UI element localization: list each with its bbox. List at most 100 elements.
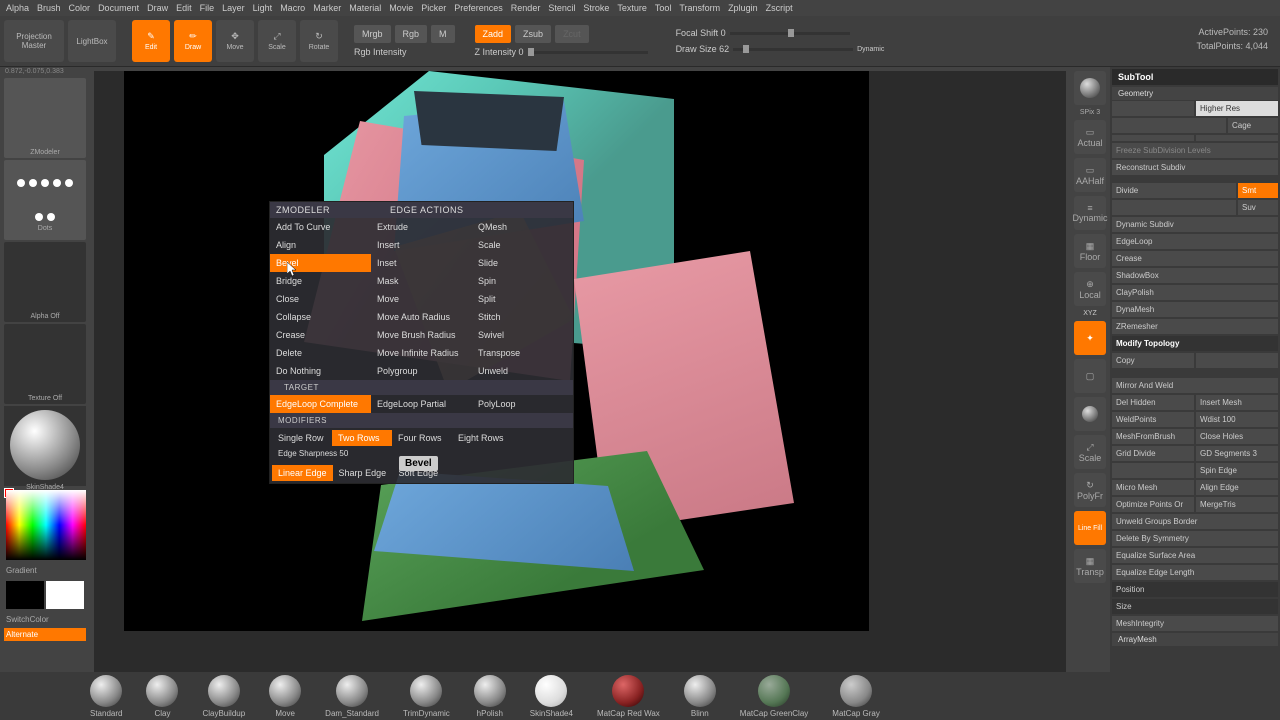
smt-button[interactable]: Smt (1238, 183, 1278, 198)
equalize-surface-button[interactable]: Equalize Surface Area (1112, 548, 1278, 563)
frame-button[interactable]: ▢ (1074, 359, 1106, 393)
action-move-brush-radius[interactable]: Move Brush Radius (371, 326, 472, 344)
copy-button[interactable]: Copy (1112, 353, 1194, 368)
mesh-integrity-header[interactable]: MeshIntegrity (1112, 616, 1278, 631)
zadd-button[interactable]: Zadd (475, 25, 512, 43)
brush-matcap-red-wax[interactable]: MatCap Red Wax (597, 675, 660, 718)
action-delete[interactable]: Delete (270, 344, 371, 362)
brush-thumbnail[interactable]: ZModeler (4, 78, 86, 158)
menu-render[interactable]: Render (511, 3, 541, 13)
insert-mesh-button[interactable]: Insert Mesh (1196, 395, 1278, 410)
transp-button[interactable]: ▦Transp (1074, 549, 1106, 583)
menu-alpha[interactable]: Alpha (6, 3, 29, 13)
aahalf-button[interactable]: ▭AAHalf (1074, 158, 1106, 192)
del-lower-button[interactable] (1112, 135, 1194, 141)
mesh-from-brush-button[interactable]: MeshFromBrush (1112, 429, 1194, 444)
action-add-to-curve[interactable]: Add To Curve (270, 218, 371, 236)
optimize-points-button[interactable]: Optimize Points Or (1112, 497, 1194, 512)
m-button[interactable]: M (431, 25, 455, 43)
action-spin[interactable]: Spin (472, 272, 573, 290)
switch-color-button[interactable]: SwitchColor (4, 613, 86, 626)
viewport[interactable]: ZMODELER EDGE ACTIONS Add To CurveExtrud… (94, 71, 1066, 703)
local-button[interactable]: ⊕Local (1074, 272, 1106, 306)
brush-blinn[interactable]: Blinn (684, 675, 716, 718)
brush-matcap-gray[interactable]: MatCap Gray (832, 675, 880, 718)
mod-four-rows[interactable]: Four Rows (392, 430, 452, 446)
del-higher-button[interactable] (1196, 135, 1278, 141)
brush-skinshade4[interactable]: SkinShade4 (530, 675, 573, 718)
menu-stroke[interactable]: Stroke (583, 3, 609, 13)
mod-two-rows[interactable]: Two Rows (332, 430, 392, 446)
merge-tris-button[interactable]: MergeTris (1196, 497, 1278, 512)
dynamic-persp-button[interactable]: ≡Dynamic (1074, 196, 1106, 230)
material-thumbnail[interactable]: SkinShade4 (4, 406, 86, 486)
align-edge-button[interactable]: Align Edge (1196, 480, 1278, 495)
stroke-thumbnail[interactable]: Dots (4, 160, 86, 240)
divide-empty[interactable] (1112, 200, 1236, 215)
menu-zscript[interactable]: Zscript (766, 3, 793, 13)
menu-material[interactable]: Material (349, 3, 381, 13)
menu-zplugin[interactable]: Zplugin (728, 3, 758, 13)
focal-shift-slider[interactable] (730, 32, 850, 35)
actual-button[interactable]: ▭Actual (1074, 120, 1106, 154)
sdiv-slider[interactable] (1112, 118, 1226, 133)
menu-stencil[interactable]: Stencil (548, 3, 575, 13)
rotate-mode-button[interactable]: ↻Rotate (300, 20, 338, 62)
higherres-button[interactable]: Higher Res (1196, 101, 1278, 116)
menu-color[interactable]: Color (69, 3, 91, 13)
weld-points-button[interactable]: WeldPoints (1112, 412, 1194, 427)
shadowbox-header[interactable]: ShadowBox (1112, 268, 1278, 283)
lowerres-button[interactable] (1112, 101, 1194, 116)
edgeloop-header[interactable]: EdgeLoop (1112, 234, 1278, 249)
action-inset[interactable]: Inset (371, 254, 472, 272)
menu-file[interactable]: File (200, 3, 215, 13)
action-move-infinite-radius[interactable]: Move Infinite Radius (371, 344, 472, 362)
color-picker[interactable] (6, 490, 86, 560)
wdist-slider[interactable]: Wdist 100 (1196, 412, 1278, 427)
menu-edit[interactable]: Edit (176, 3, 192, 13)
bpr-button[interactable] (1074, 71, 1106, 105)
action-mask[interactable]: Mask (371, 272, 472, 290)
rgb-button[interactable]: Rgb (395, 25, 428, 43)
action-insert[interactable]: Insert (371, 236, 472, 254)
alternate-button[interactable]: Alternate (4, 628, 86, 641)
xyz-label[interactable]: XYZ (1083, 310, 1097, 317)
unweld-groups-button[interactable]: Unweld Groups Border (1112, 514, 1278, 529)
swatch-white[interactable] (46, 581, 84, 609)
close-holes-button[interactable]: Close Holes (1196, 429, 1278, 444)
menu-macro[interactable]: Macro (280, 3, 305, 13)
menu-layer[interactable]: Layer (222, 3, 245, 13)
freeze-subdiv-button[interactable]: Freeze SubDivision Levels (1112, 143, 1278, 158)
zsub-button[interactable]: Zsub (515, 25, 551, 43)
brush-trimdynamic[interactable]: TrimDynamic (403, 675, 450, 718)
menu-preferences[interactable]: Preferences (454, 3, 503, 13)
suv-button[interactable]: Suv (1238, 200, 1278, 215)
crease-header[interactable]: Crease (1112, 251, 1278, 266)
action-bevel[interactable]: Bevel (270, 254, 371, 272)
brush-dam-standard[interactable]: Dam_Standard (325, 675, 379, 718)
action-split[interactable]: Split (472, 290, 573, 308)
linefill-button[interactable]: Line Fill (1074, 511, 1106, 545)
action-polygroup[interactable]: Polygroup (371, 362, 472, 380)
geometry-header[interactable]: Geometry (1112, 87, 1278, 100)
edit-mode-button[interactable]: ✎Edit (132, 20, 170, 62)
mod-linear-edge[interactable]: Linear Edge (272, 465, 333, 481)
position-header[interactable]: Position (1112, 582, 1278, 597)
menu-texture[interactable]: Texture (617, 3, 647, 13)
swatch-black[interactable] (6, 581, 44, 609)
claypolish-header[interactable]: ClayPolish (1112, 285, 1278, 300)
dynamesh-header[interactable]: DynaMesh (1112, 302, 1278, 317)
gradient-label[interactable]: Gradient (4, 564, 86, 577)
scale-view-button[interactable]: ⤢Scale (1074, 435, 1106, 469)
mrgb-button[interactable]: Mrgb (354, 25, 391, 43)
mirror-weld-button[interactable]: Mirror And Weld (1112, 378, 1278, 393)
rotate-view-button[interactable]: ↻PolyFr (1074, 473, 1106, 507)
action-do-nothing[interactable]: Do Nothing (270, 362, 371, 380)
edge-sharpness-slider[interactable]: Edge Sharpness 50 (272, 446, 354, 461)
modify-topology-header[interactable]: Modify Topology (1112, 336, 1278, 351)
micro-mesh-button[interactable]: Micro Mesh (1112, 480, 1194, 495)
action-bridge[interactable]: Bridge (270, 272, 371, 290)
xyz-button[interactable]: ✦ (1074, 321, 1106, 355)
brush-claybuildup[interactable]: ClayBuildup (202, 675, 245, 718)
subtool-header[interactable]: SubTool (1112, 69, 1278, 85)
